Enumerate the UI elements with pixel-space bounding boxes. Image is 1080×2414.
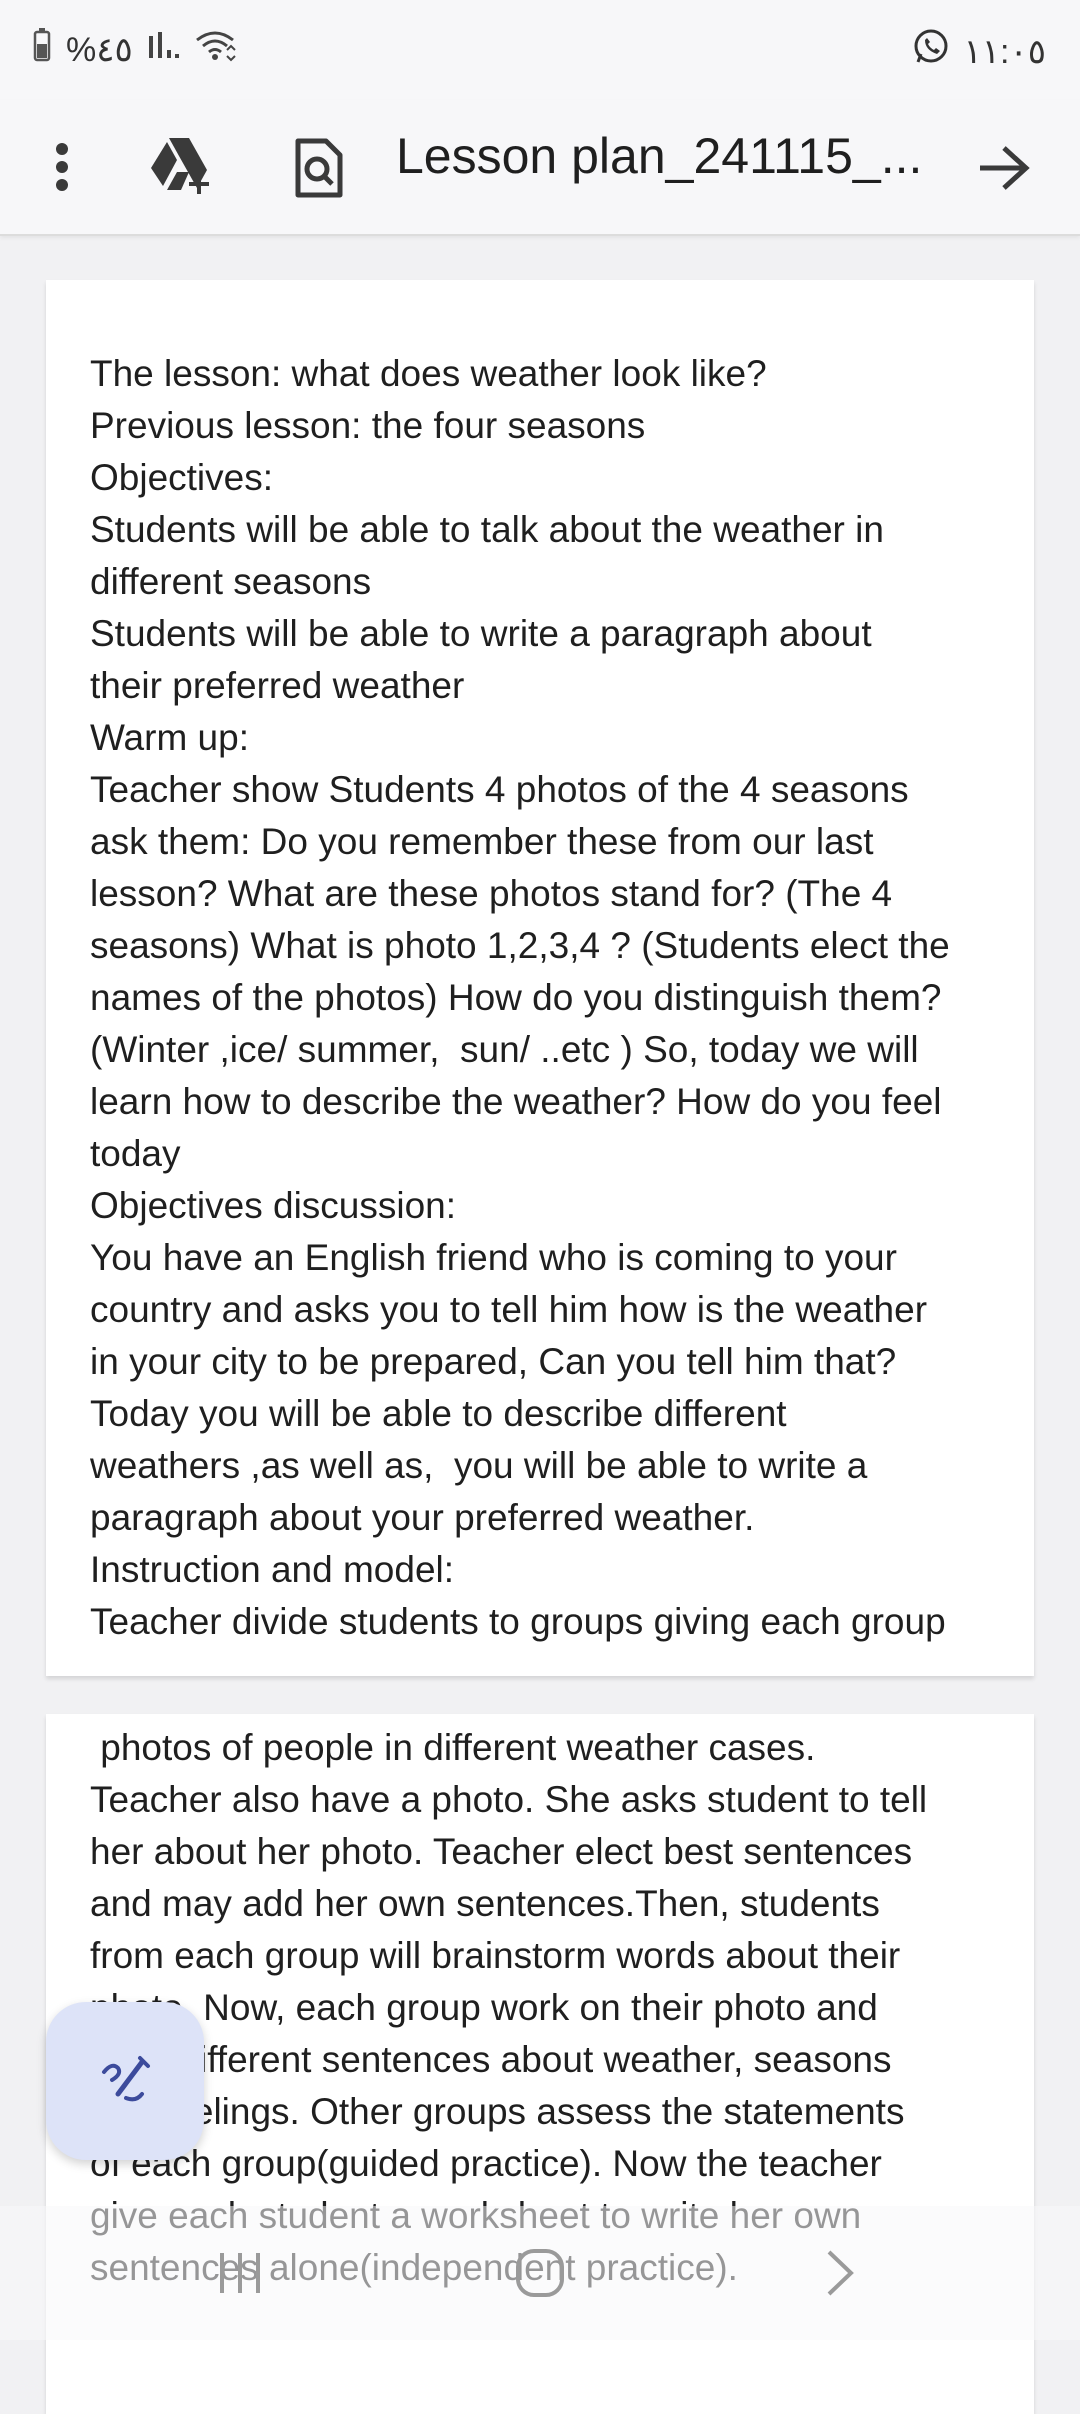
text-line: ask them: Do you remember these from our… (90, 821, 874, 862)
document-page-1: The lesson: what does weather look like?… (46, 280, 1034, 1676)
status-bar: %٤٥ ١١:٠٥ (0, 0, 1080, 100)
text-line: Objectives: (90, 457, 274, 498)
text-line: country and asks you to tell him how is … (90, 1289, 928, 1330)
text-line: seasons) What is photo 1,2,3,4 ? (Studen… (90, 925, 950, 966)
recents-icon[interactable] (180, 2206, 300, 2340)
text-line: photo. Now, each group work on their pho… (90, 1987, 878, 2028)
system-nav-bar (0, 2206, 1080, 2340)
text-line: Teacher also have a photo. She asks stud… (90, 1779, 928, 1820)
wifi-icon (195, 28, 237, 71)
text-line: Previous lesson: the four seasons (90, 405, 646, 446)
text-line: different seasons (90, 561, 372, 602)
text-line: photos of people in different weather ca… (90, 1727, 816, 1768)
text-line: weathers ,as well as, you will be able t… (90, 1445, 868, 1486)
text-line: Today you will be able to describe diffe… (90, 1393, 787, 1434)
text-line: from each group will brainstorm words ab… (90, 1935, 901, 1976)
text-line: and may add her own sentences.Then, stud… (90, 1883, 880, 1924)
text-line: Students will be able to talk about the … (90, 509, 884, 550)
document-title: Lesson plan_241115_... (396, 128, 923, 184)
text-line: learn how to describe the weather? How d… (90, 1081, 942, 1122)
text-line: Teacher divide students to groups giving… (90, 1601, 946, 1642)
text-line: paragraph about your preferred weather. (90, 1497, 755, 1538)
status-left: %٤٥ (32, 28, 237, 71)
text-line: Instruction and model: (90, 1549, 455, 1590)
text-line: their preferred weather (90, 665, 465, 706)
clock-text: ١١:٠٥ (963, 32, 1047, 71)
page-1-text: The lesson: what does weather look like?… (90, 348, 950, 1648)
text-line: in your city to be prepared, Can you tel… (90, 1341, 897, 1382)
text-line: write different sentences about weather,… (90, 2039, 892, 2080)
edit-pen-icon (96, 2050, 154, 2113)
status-right: ١١:٠٥ (912, 28, 1047, 75)
app-bar: Lesson plan_241115_... (0, 100, 1080, 236)
signal-icon (147, 30, 181, 69)
text-line: Students will be able to write a paragra… (90, 613, 872, 654)
text-line: The lesson: what does weather look like? (90, 353, 767, 394)
text-line: names of the photos) How do you distingu… (90, 977, 942, 1018)
edit-fab-button[interactable] (46, 2002, 204, 2160)
text-line: Objectives discussion: (90, 1185, 457, 1226)
text-line: today (90, 1133, 181, 1174)
whatsapp-icon (912, 28, 950, 75)
battery-icon (32, 28, 52, 71)
back-icon[interactable] (780, 2206, 900, 2340)
text-line: of each group(guided practice). Now the … (90, 2143, 882, 2184)
drive-add-icon[interactable] (142, 126, 222, 206)
text-line: her about her photo. Teacher elect best … (90, 1831, 913, 1872)
text-line: and feelings. Other groups assess the st… (90, 2091, 905, 2132)
text-line: lesson? What are these photos stand for?… (90, 873, 893, 914)
text-line: You have an English friend who is coming… (90, 1237, 897, 1278)
text-line: Teacher show Students 4 photos of the 4 … (90, 769, 909, 810)
arrow-forward-icon[interactable] (964, 128, 1044, 208)
home-icon[interactable] (480, 2206, 600, 2340)
find-in-page-icon[interactable] (278, 128, 358, 208)
text-line: Warm up: (90, 717, 249, 758)
text-line: (Winter ,ice/ summer, sun/ ..etc ) So, t… (90, 1029, 919, 1070)
battery-text: %٤٥ (66, 30, 133, 69)
more-vert-icon[interactable] (30, 132, 94, 202)
